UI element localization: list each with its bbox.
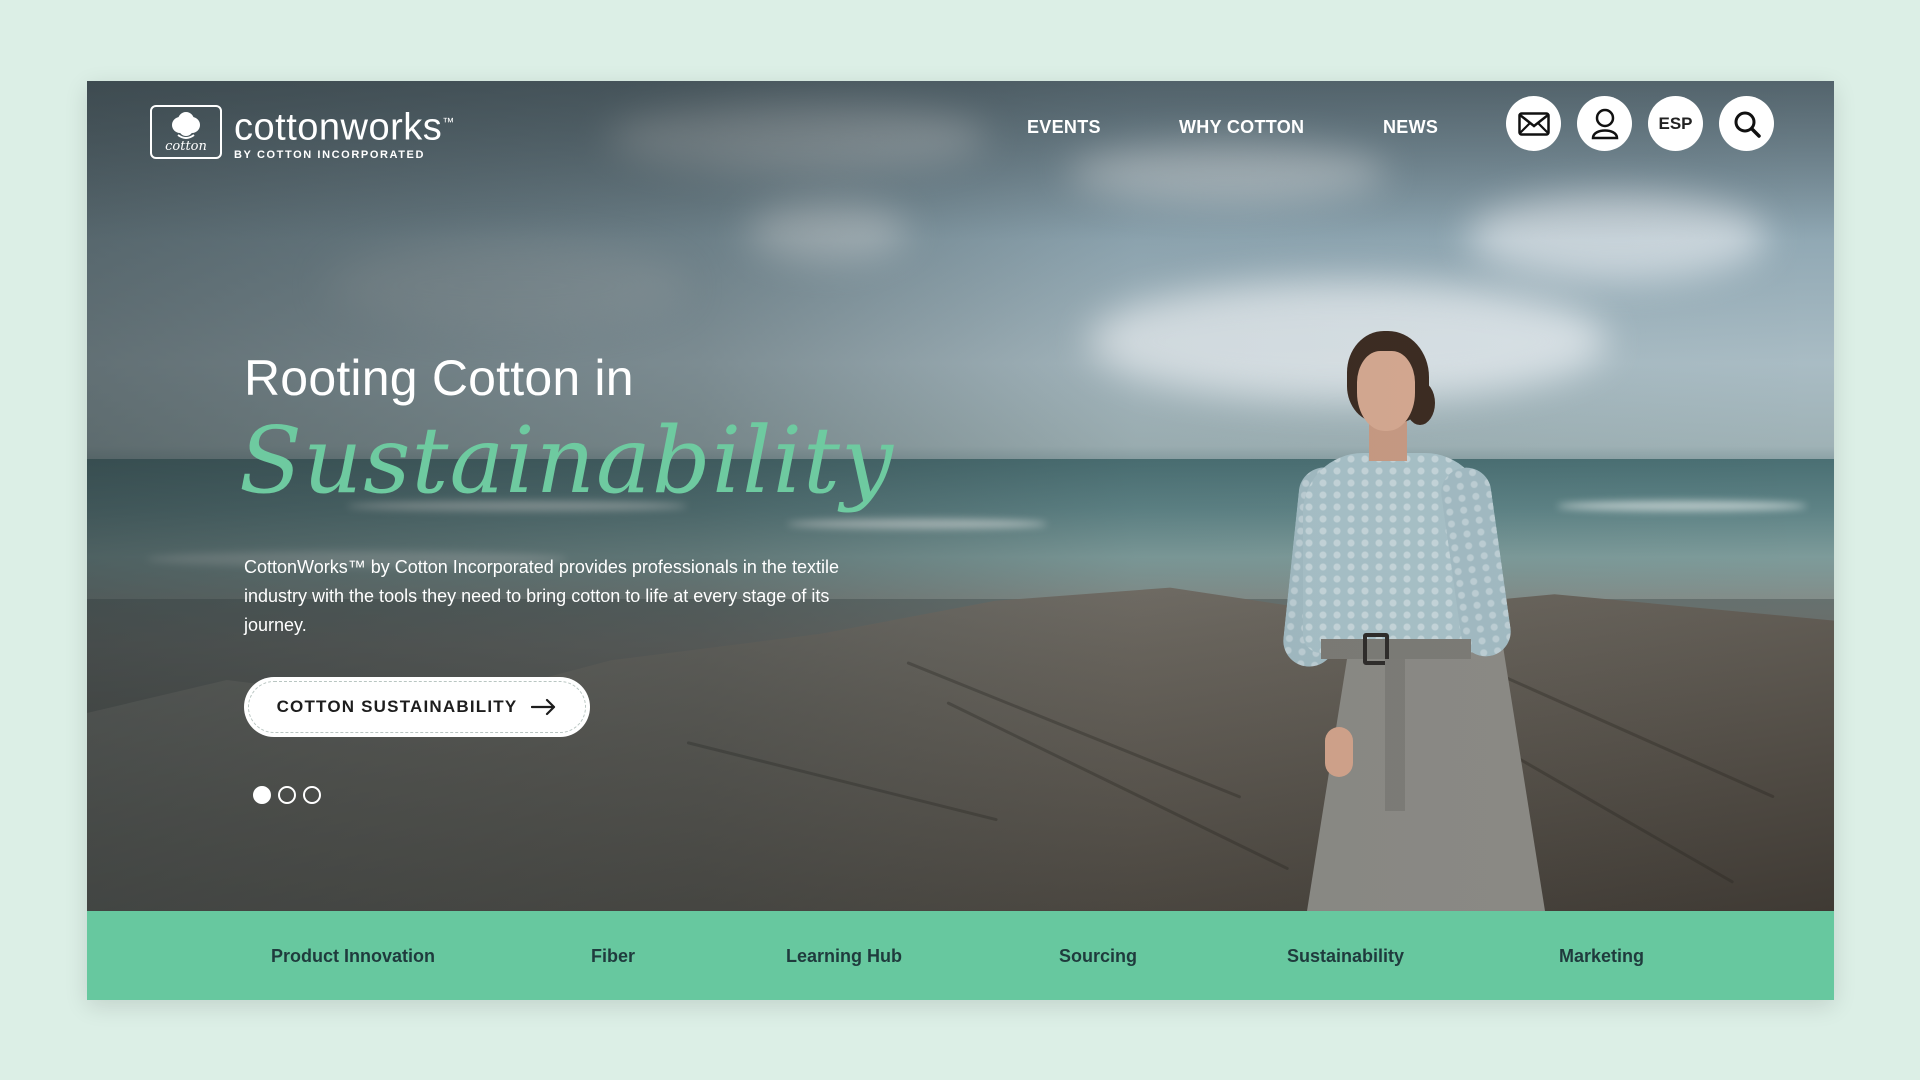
site-frame: cotton cottonworks™ BY COTTON INCORPORAT… — [87, 81, 1834, 1000]
hero-script-word: Sustainability — [239, 407, 894, 514]
logo-wordmark: cottonworks™ BY COTTON INCORPORATED — [234, 103, 455, 161]
language-toggle-button[interactable]: ESP — [1648, 96, 1703, 151]
category-bar: Product Innovation Fiber Learning Hub So… — [87, 911, 1834, 1000]
cotton-sustainability-button[interactable]: COTTON SUSTAINABILITY — [244, 677, 590, 737]
carousel-dots — [253, 786, 321, 804]
logo-name: cottonworks™ — [234, 106, 455, 149]
mail-icon — [1517, 111, 1550, 136]
cotton-seal-logo: cotton — [150, 105, 222, 159]
category-learning-hub[interactable]: Learning Hub — [786, 946, 902, 967]
nav-link-why-cotton[interactable]: WHY COTTON — [1179, 117, 1304, 138]
category-product-innovation[interactable]: Product Innovation — [271, 946, 435, 967]
account-button[interactable] — [1577, 96, 1632, 151]
logo-subtitle: BY COTTON INCORPORATED — [234, 148, 426, 161]
carousel-dot-2[interactable] — [278, 786, 296, 804]
mail-button[interactable] — [1506, 96, 1561, 151]
search-button[interactable] — [1719, 96, 1774, 151]
hero-description: CottonWorks™ by Cotton Incorporated prov… — [244, 557, 839, 635]
hero-headline: Rooting Cotton in — [244, 350, 634, 406]
logo-mark-word: cotton — [165, 138, 207, 154]
nav-link-news[interactable]: NEWS — [1383, 117, 1438, 138]
arrow-right-icon — [531, 698, 556, 716]
site-logo[interactable]: cotton cottonworks™ BY COTTON INCORPORAT… — [150, 103, 455, 161]
category-fiber[interactable]: Fiber — [591, 946, 635, 967]
nav-link-events[interactable]: EVENTS — [1027, 117, 1101, 138]
carousel-dot-3[interactable] — [303, 786, 321, 804]
language-label: ESP — [1658, 113, 1693, 133]
category-marketing[interactable]: Marketing — [1559, 946, 1644, 967]
category-sustainability[interactable]: Sustainability — [1287, 946, 1404, 967]
cta-label: COTTON SUSTAINABILITY — [276, 697, 518, 716]
cotton-boll-icon — [172, 111, 200, 139]
carousel-dot-1[interactable] — [253, 786, 271, 804]
category-sourcing[interactable]: Sourcing — [1059, 946, 1137, 967]
search-icon — [1734, 111, 1761, 138]
user-icon — [1591, 108, 1618, 139]
